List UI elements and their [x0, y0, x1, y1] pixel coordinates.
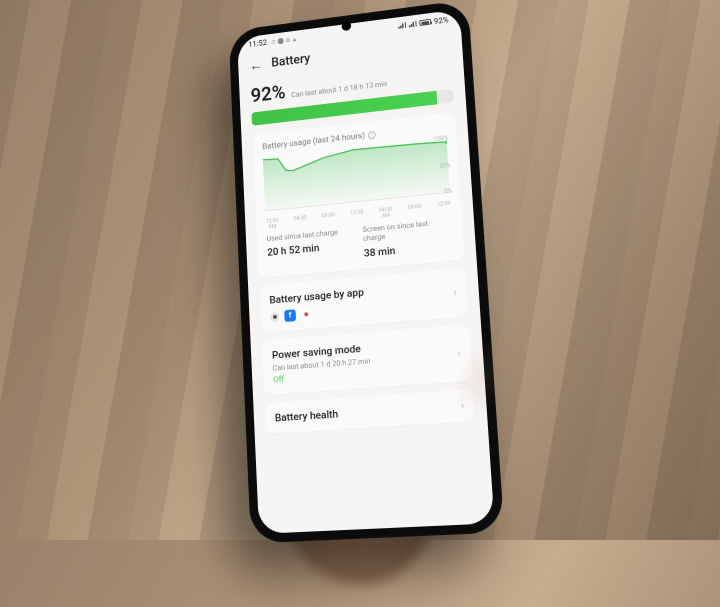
stat-screen-on: Screen on since last charge 38 min — [362, 217, 454, 260]
phone-frame: 11:52 ⏱ ⚫ ⚙ ▲ 92% ← Battery 92% Can last… — [229, 0, 505, 543]
battery-icon — [419, 19, 431, 26]
status-battery-pct: 92% — [434, 15, 449, 26]
battery-percent: 92% — [250, 80, 286, 107]
xtick: 12:00 — [437, 201, 451, 214]
info-icon[interactable]: i — [368, 131, 376, 140]
battery-health-title: Battery health — [275, 399, 461, 424]
xtick: 12:00 PM — [266, 218, 279, 231]
signal-icon — [409, 21, 417, 28]
xtick: 08:00 — [322, 212, 336, 225]
app-icon-generic — [270, 311, 280, 322]
battery-estimate: Can last about 1 d 18 h 13 min — [291, 79, 387, 99]
back-icon[interactable]: ← — [249, 58, 262, 73]
xtick: 08:00 — [408, 204, 422, 217]
status-notif-icons: ⏱ ⚫ ⚙ ▲ — [271, 36, 297, 46]
page-title: Battery — [271, 52, 311, 71]
chevron-right-icon: › — [453, 286, 457, 299]
app-icon-facebook: f — [284, 309, 296, 322]
status-time: 11:52 — [248, 38, 267, 49]
xtick: 04:00 AM — [379, 207, 393, 220]
usage-by-app-row[interactable]: Battery usage by app f › — [259, 268, 468, 333]
app-icon-red-dot — [300, 308, 312, 321]
stat-used-since-charge: Used since last charge 20 h 52 min — [266, 226, 354, 268]
ytick-50: 50% — [439, 162, 450, 170]
ytick-0: 0% — [444, 188, 452, 196]
xtick: 12:00 — [350, 209, 364, 222]
power-saving-row[interactable]: Power saving mode Can last about 1 d 20 … — [262, 324, 473, 395]
usage-card[interactable]: Battery usage (last 24 hours) i 100% 50%… — [252, 112, 464, 278]
wifi-icon — [398, 22, 406, 29]
battery-health-row[interactable]: Battery health › — [265, 389, 476, 434]
xtick: 04:00 — [294, 215, 308, 228]
phone-screen: 11:52 ⏱ ⚫ ⚙ ▲ 92% ← Battery 92% Can last… — [237, 9, 494, 534]
